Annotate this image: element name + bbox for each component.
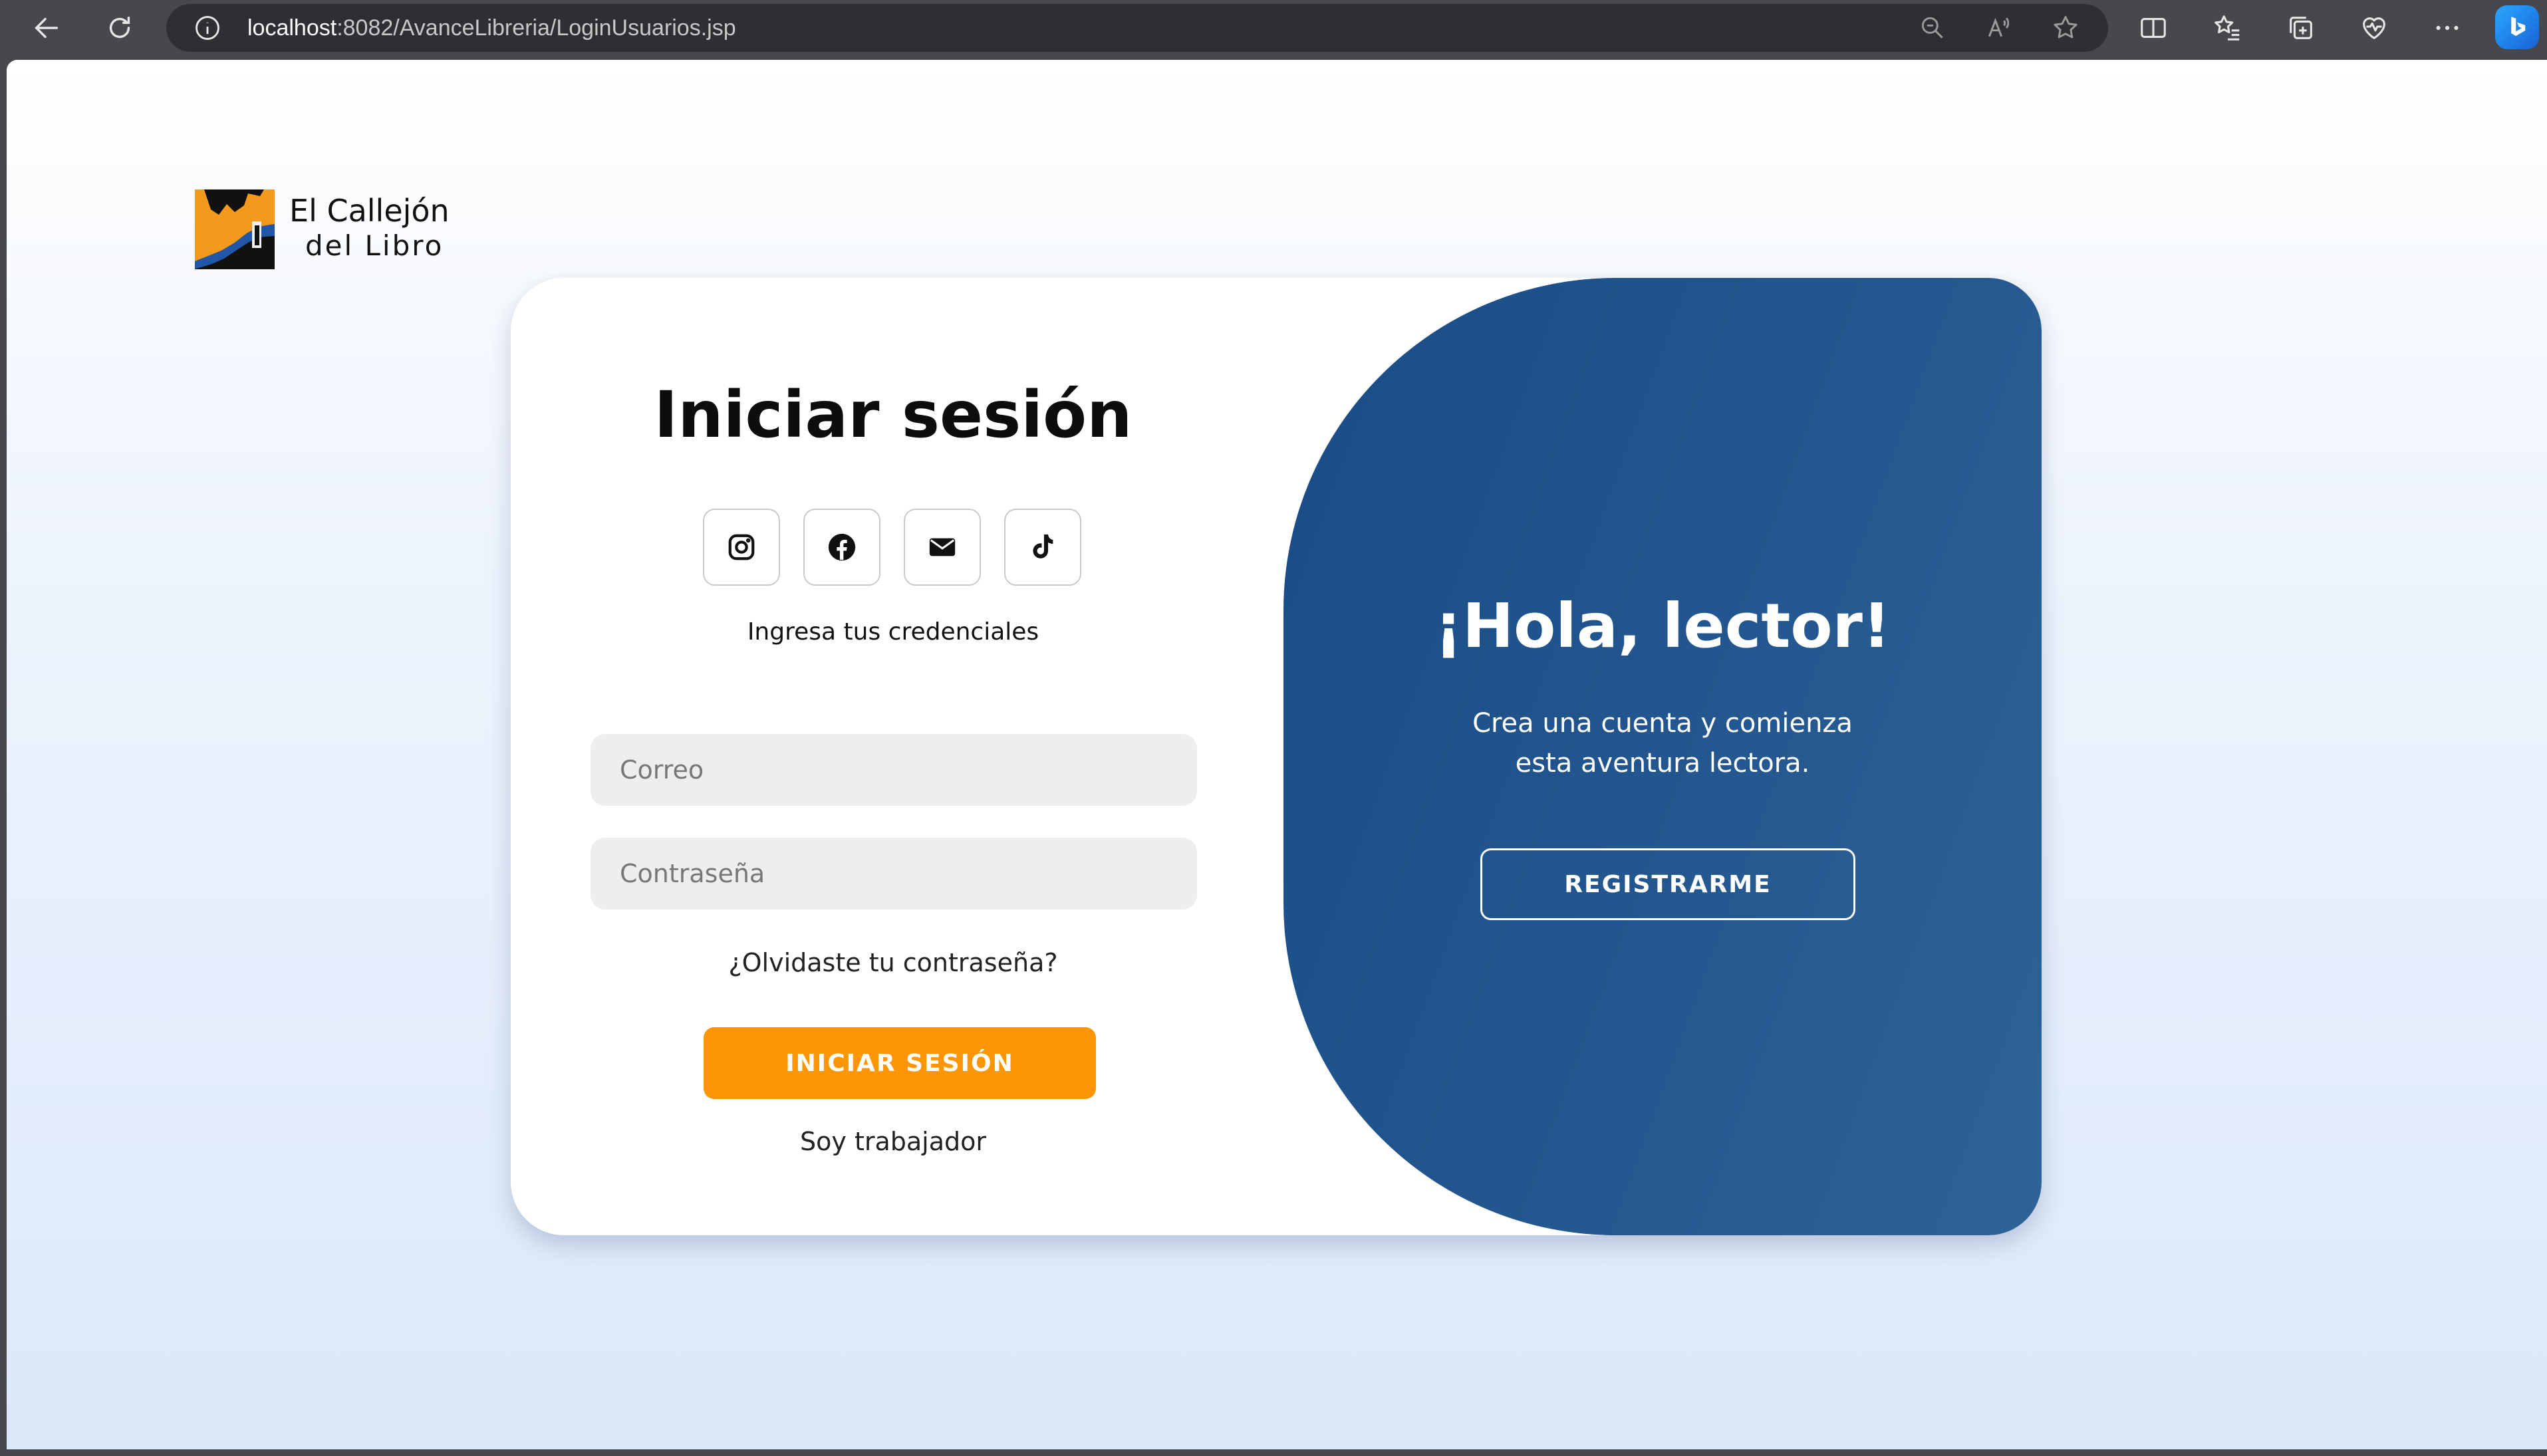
url-text[interactable]: localhost:8082/AvanceLibreria/LoginUsuar…	[247, 4, 736, 52]
browser-essentials-button[interactable]	[2353, 8, 2395, 48]
welcome-panel: ¡Hola, lector! Crea una cuenta y comienz…	[1283, 278, 2042, 1235]
favorites-button[interactable]	[2207, 8, 2249, 48]
heart-pulse-icon	[2363, 17, 2385, 39]
login-card: Iniciar sesión Ingresa tus credenciales	[511, 278, 2042, 1235]
brand-line-2: del Libro	[305, 229, 444, 262]
login-form-panel: Iniciar sesión Ingresa tus credenciales	[511, 278, 1275, 1235]
copilot-button[interactable]	[2495, 5, 2539, 49]
split-screen-icon	[2141, 18, 2166, 38]
login-button[interactable]: INICIAR SESIÓN	[704, 1027, 1096, 1099]
register-button[interactable]: REGISTRARME	[1480, 848, 1855, 920]
email-button[interactable]	[904, 509, 981, 586]
forgot-password-link[interactable]: ¿Olvidaste tu contraseña?	[511, 948, 1275, 977]
read-aloud-icon[interactable]	[1984, 13, 2014, 43]
favorites-list-icon	[2214, 15, 2240, 41]
favorite-star-icon[interactable]	[2051, 13, 2080, 43]
login-title: Iniciar sesión	[654, 378, 1133, 452]
back-button[interactable]	[25, 8, 68, 48]
brand-name: El Callejón del Libro	[289, 192, 450, 263]
reload-button[interactable]	[98, 8, 141, 48]
instagram-icon	[728, 534, 755, 560]
page-viewport: El Callejón del Libro Iniciar sesión Ing…	[7, 60, 2547, 1449]
worker-login-link[interactable]: Soy trabajador	[511, 1127, 1275, 1156]
credentials-label: Ingresa tus credenciales	[747, 618, 1039, 646]
welcome-message-line-1: Crea una cuenta y comienza	[1472, 708, 1853, 739]
site-info-icon[interactable]	[193, 13, 222, 43]
tiktok-button[interactable]	[1004, 509, 1081, 586]
envelope-icon	[929, 538, 956, 556]
password-field[interactable]	[591, 838, 1197, 910]
facebook-icon	[828, 533, 856, 561]
email-field[interactable]	[591, 734, 1197, 806]
brand-line-1: El Callejón	[289, 193, 450, 229]
back-arrow-icon	[35, 17, 59, 39]
collections-icon	[2290, 17, 2312, 39]
facebook-button[interactable]	[803, 509, 880, 586]
collections-button[interactable]	[2280, 8, 2322, 48]
address-bar[interactable]: localhost:8082/AvanceLibreria/LoginUsuar…	[166, 4, 2108, 52]
reload-icon	[109, 16, 130, 39]
welcome-message-line-2: esta aventura lectora.	[1515, 748, 1810, 779]
more-options-button[interactable]	[2426, 8, 2469, 48]
callejon-logo-icon	[195, 189, 275, 269]
welcome-message: Crea una cuenta y comienza esta aventura…	[1397, 703, 1929, 783]
browser-toolbar: localhost:8082/AvanceLibreria/LoginUsuar…	[0, 0, 2547, 56]
bing-logo-icon	[2511, 17, 2526, 37]
instagram-button[interactable]	[703, 509, 780, 586]
welcome-title: ¡Hola, lector!	[1434, 590, 1891, 662]
ellipsis-icon	[2436, 25, 2459, 31]
social-login-row	[703, 509, 1083, 588]
brand-logo[interactable]: El Callejón del Libro	[195, 189, 474, 273]
split-screen-button[interactable]	[2132, 8, 2175, 48]
zoom-icon[interactable]	[1918, 13, 1947, 43]
tiktok-icon	[1033, 534, 1053, 558]
